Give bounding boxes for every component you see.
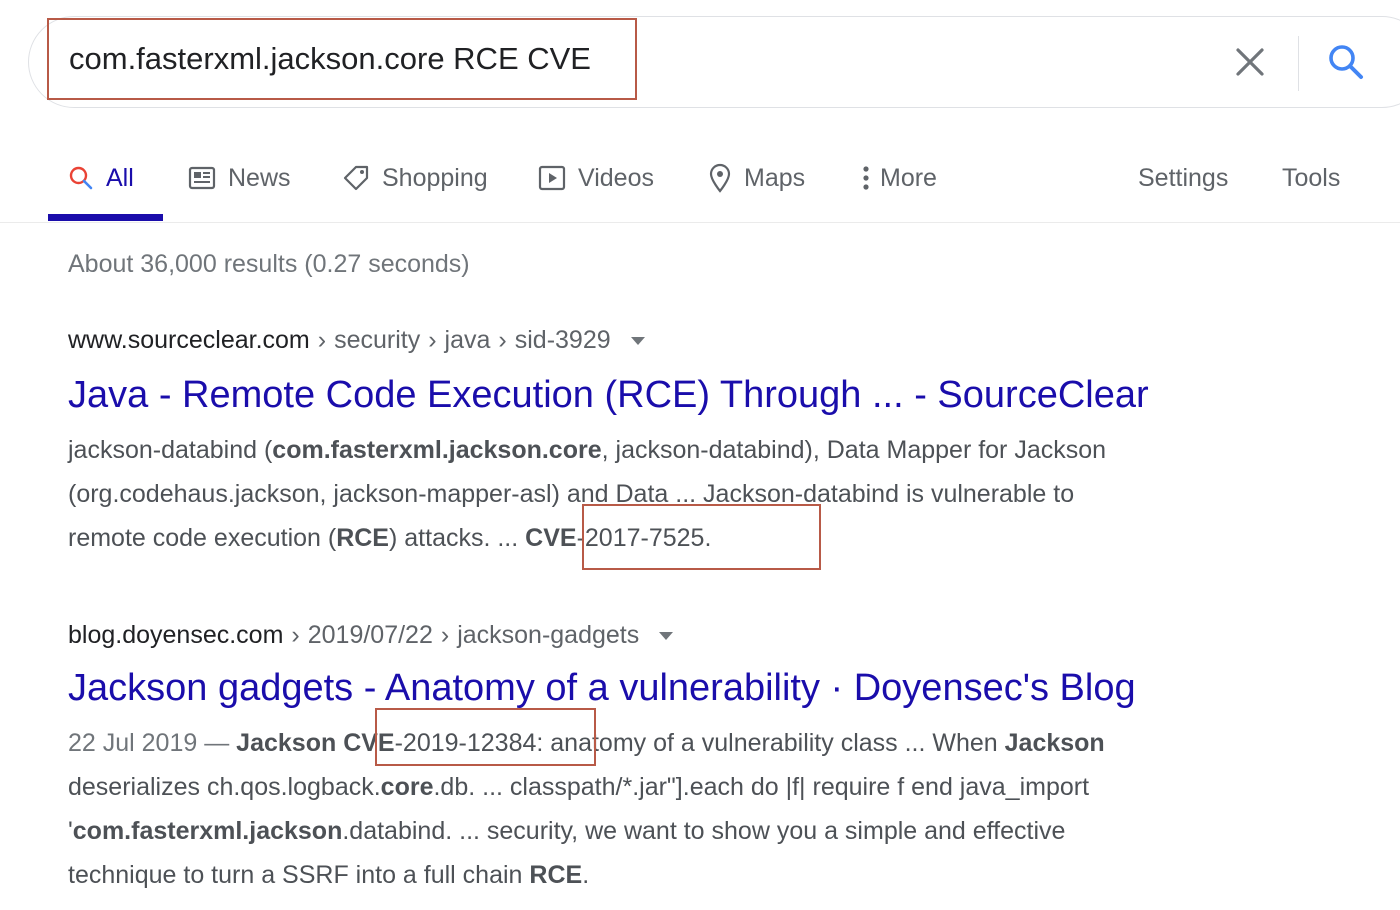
snippet-text: ) attacks. ... — [389, 524, 526, 552]
breadcrumb-item: sid-3929 — [514, 326, 611, 354]
snippet-text: .databind. ... security, we want to show… — [342, 817, 1066, 845]
result-snippet: 22 Jul 2019 — Jackson CVE-2019-12384: an… — [68, 721, 1105, 897]
result-title-link[interactable]: Jackson gadgets - Anatomy of a vulnerabi… — [68, 667, 1136, 710]
snippet-text: remote code execution ( — [68, 524, 337, 552]
result-domain: blog.doyensec.com — [68, 621, 284, 649]
clear-button[interactable] — [1228, 40, 1272, 84]
news-icon — [188, 166, 216, 190]
snippet-bold: RCE — [529, 861, 583, 889]
snippet-text: technique to turn a SSRF into a full cha… — [68, 861, 530, 889]
tab-all[interactable]: All — [68, 158, 134, 198]
result-url[interactable]: www.sourceclear.com › security › java › … — [68, 326, 645, 355]
snippet-bold: CVE — [343, 729, 395, 757]
snippet-bold: Jackson — [236, 729, 337, 757]
snippet-bold: com.fasterxml.jackson — [72, 817, 343, 845]
snippet-text: deserializes ch.qos.logback. — [68, 773, 381, 801]
search-icon — [68, 165, 94, 191]
snippet-bold: CVE — [525, 524, 577, 552]
breadcrumb-separator: › — [428, 326, 437, 354]
snippet-line: technique to turn a SSRF into a full cha… — [68, 853, 1105, 897]
search-button[interactable] — [1322, 38, 1370, 86]
snippet-line: 22 Jul 2019 — Jackson CVE-2019-12384: an… — [68, 721, 1105, 765]
search-icon — [1329, 45, 1363, 79]
play-icon — [538, 165, 566, 191]
tab-label: News — [228, 163, 291, 192]
result-url[interactable]: blog.doyensec.com › 2019/07/22 › jackson… — [68, 621, 674, 650]
chevron-down-icon[interactable] — [659, 631, 674, 640]
tab-label: Videos — [578, 163, 654, 192]
breadcrumb-separator: › — [440, 621, 450, 649]
settings-link[interactable]: Settings — [1138, 158, 1228, 198]
snippet-line: deserializes ch.qos.logback.core.db. ...… — [68, 765, 1105, 809]
snippet-text: (org.codehaus.jackson, jackson-mapper-as… — [68, 480, 1075, 508]
snippet-text: .db. ... classpath/*.jar"].each do |f| r… — [433, 773, 1090, 801]
result-stats: About 36,000 results (0.27 seconds) — [68, 250, 470, 278]
result-domain: www.sourceclear.com — [68, 326, 310, 354]
result-title-link[interactable]: Java - Remote Code Execution (RCE) Throu… — [68, 374, 1149, 417]
snippet-bold: core — [380, 773, 434, 801]
snippet-text: . — [582, 861, 590, 889]
snippet-text: jackson-databind ( — [68, 436, 273, 464]
snippet-text: -2019-12384: anatomy of a vulnerability … — [394, 729, 1005, 757]
snippet-bold: Jackson — [1004, 729, 1105, 757]
search-query[interactable]: com.fasterxml.jackson.core RCE CVE — [69, 41, 591, 77]
breadcrumb-item: security — [334, 326, 421, 354]
tab-label: More — [880, 163, 937, 192]
close-icon — [1236, 48, 1264, 76]
active-tab-indicator — [48, 214, 163, 221]
tab-videos[interactable]: Videos — [538, 158, 654, 198]
breadcrumb-item: java — [444, 326, 491, 354]
search-tabs: All News Shopping Videos Maps More Setti… — [0, 140, 1400, 223]
tag-icon — [342, 164, 370, 192]
tab-label: Maps — [744, 163, 806, 192]
tab-more[interactable]: More — [862, 158, 937, 198]
tab-label: Shopping — [382, 163, 488, 192]
breadcrumb-separator: › — [291, 621, 300, 649]
snippet-text: , jackson-databind), Data Mapper for Jac… — [601, 436, 1107, 464]
result-date: 22 Jul 2019 — — [68, 729, 230, 757]
breadcrumb-separator: › — [498, 326, 507, 354]
tab-maps[interactable]: Maps — [708, 158, 805, 198]
tab-label: All — [106, 163, 134, 192]
chevron-down-icon[interactable] — [630, 336, 645, 345]
result-snippet: jackson-databind (com.fasterxml.jackson.… — [68, 428, 1106, 560]
snippet-line: remote code execution (RCE) attacks. ...… — [68, 516, 1106, 560]
snippet-line: (org.codehaus.jackson, jackson-mapper-as… — [68, 472, 1106, 516]
snippet-line: jackson-databind (com.fasterxml.jackson.… — [68, 428, 1106, 472]
snippet-text: -2017-7525. — [576, 524, 712, 552]
snippet-line: 'com.fasterxml.jackson.databind. ... sec… — [68, 809, 1105, 853]
breadcrumb-item: jackson-gadgets — [457, 621, 640, 649]
tab-news[interactable]: News — [188, 158, 291, 198]
divider — [1298, 36, 1299, 91]
breadcrumb-item: 2019/07/22 — [307, 621, 433, 649]
more-vert-icon — [862, 165, 870, 191]
breadcrumb-separator: › — [317, 326, 327, 354]
snippet-bold: RCE — [336, 524, 389, 552]
tab-shopping[interactable]: Shopping — [342, 158, 488, 198]
search-input[interactable]: com.fasterxml.jackson.core RCE CVE — [47, 18, 637, 100]
tools-link[interactable]: Tools — [1282, 158, 1340, 198]
snippet-bold: com.fasterxml.jackson.core — [272, 436, 602, 464]
map-pin-icon — [708, 163, 732, 193]
